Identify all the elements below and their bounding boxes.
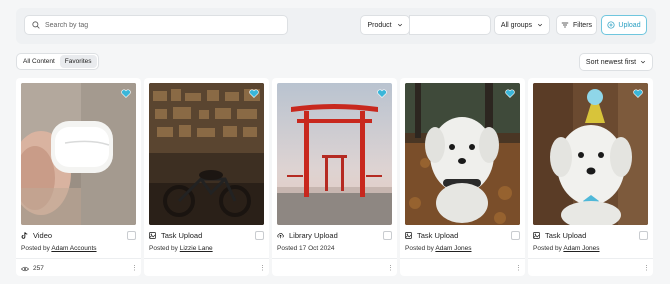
tab-all-content[interactable]: All Content xyxy=(18,55,60,68)
divider xyxy=(16,258,141,259)
top-toolbar: Product All groups Filters Upload xyxy=(16,8,656,44)
content-card[interactable]: Task Upload Posted by Adam Jones ⋮ xyxy=(400,78,525,276)
cloud-upload-icon xyxy=(277,233,284,239)
dog-party-hat-image xyxy=(533,83,648,225)
card-thumbnail[interactable] xyxy=(21,83,136,225)
card-title-text: Task Upload xyxy=(417,231,459,240)
heart-icon[interactable] xyxy=(633,89,643,98)
card-title: Task Upload xyxy=(533,231,586,240)
more-options-icon[interactable]: ⋮ xyxy=(259,264,266,273)
tab-label: Favorites xyxy=(64,58,92,65)
filter-lines-icon xyxy=(561,22,569,28)
card-meta: Posted by Adam Accounts xyxy=(21,245,97,252)
more-options-icon[interactable]: ⋮ xyxy=(643,264,650,273)
meta-prefix: Posted by xyxy=(533,245,562,252)
sort-dropdown[interactable]: Sort newest first xyxy=(579,53,653,71)
task-image-icon xyxy=(533,232,540,239)
eye-icon xyxy=(21,266,29,271)
select-checkbox[interactable] xyxy=(511,231,520,240)
more-options-icon[interactable]: ⋮ xyxy=(515,264,522,273)
meta-prefix: Posted by xyxy=(149,245,178,252)
task-image-icon xyxy=(149,232,156,239)
heart-icon[interactable] xyxy=(505,89,515,98)
heart-icon[interactable] xyxy=(249,89,259,98)
card-thumbnail[interactable] xyxy=(149,83,264,225)
divider xyxy=(144,258,269,259)
content-card[interactable]: Library Upload Posted 17 Oct 2024 ⋮ xyxy=(272,78,397,276)
tiktok-icon xyxy=(21,232,28,239)
upload-label: Upload xyxy=(618,21,641,29)
content-card[interactable]: Video Posted by Adam Accounts 257 ⋮ xyxy=(16,78,141,276)
groups-label: All groups xyxy=(500,21,533,29)
author-link[interactable]: Adam Jones xyxy=(563,245,599,252)
heart-icon[interactable] xyxy=(121,89,131,98)
meta-prefix: Posted 17 Oct 2024 xyxy=(277,245,335,252)
content-tabs: All Content Favorites xyxy=(16,53,99,70)
card-meta: Posted by Lizzie Lane xyxy=(149,245,213,252)
select-checkbox[interactable] xyxy=(255,231,264,240)
author-link[interactable]: Adam Jones xyxy=(435,245,471,252)
select-checkbox[interactable] xyxy=(127,231,136,240)
meta-prefix: Posted by xyxy=(405,245,434,252)
search-box[interactable] xyxy=(24,15,288,35)
card-title: Task Upload xyxy=(149,231,202,240)
white-dog-leaves-image xyxy=(405,83,520,225)
author-link[interactable]: Lizzie Lane xyxy=(180,245,213,252)
divider xyxy=(528,258,653,259)
card-title-text: Library Upload xyxy=(289,231,338,240)
card-thumbnail[interactable] xyxy=(533,83,648,225)
views-text: 257 xyxy=(33,265,44,272)
groups-dropdown[interactable]: All groups xyxy=(494,15,550,35)
card-meta: Posted by Adam Jones xyxy=(405,245,472,252)
search-input[interactable] xyxy=(45,21,275,29)
card-meta: Posted 17 Oct 2024 xyxy=(277,245,334,252)
card-title-text: Video xyxy=(33,231,53,240)
tab-favorites[interactable]: Favorites xyxy=(59,55,97,68)
view-count: 257 xyxy=(21,265,44,272)
card-title: Task Upload xyxy=(405,231,458,240)
tab-label: All Content xyxy=(23,58,55,65)
workshop-motorcycle-image xyxy=(149,83,264,225)
card-meta: Posted by Adam Jones xyxy=(533,245,600,252)
select-checkbox[interactable] xyxy=(383,231,392,240)
card-title: Library Upload xyxy=(277,231,338,240)
card-title-text: Task Upload xyxy=(545,231,587,240)
sort-label: Sort newest first xyxy=(585,58,637,66)
card-title: Video xyxy=(21,231,52,240)
meta-prefix: Posted by xyxy=(21,245,50,252)
heart-icon[interactable] xyxy=(377,89,387,98)
task-image-icon xyxy=(405,232,412,239)
divider xyxy=(272,258,397,259)
earbuds-case-image xyxy=(21,83,136,225)
chevron-down-icon xyxy=(641,60,646,64)
torii-gate-image xyxy=(277,83,392,225)
card-title-text: Task Upload xyxy=(161,231,203,240)
more-options-icon[interactable]: ⋮ xyxy=(387,264,394,273)
chevron-down-icon xyxy=(397,23,402,27)
chevron-down-icon xyxy=(538,23,543,27)
content-card[interactable]: Task Upload Posted by Lizzie Lane ⋮ xyxy=(144,78,269,276)
more-options-icon[interactable]: ⋮ xyxy=(131,264,138,273)
upload-button[interactable]: Upload xyxy=(601,15,647,35)
card-thumbnail[interactable] xyxy=(405,83,520,225)
content-card[interactable]: Task Upload Posted by Adam Jones ⋮ xyxy=(528,78,653,276)
filters-label: Filters xyxy=(572,21,593,29)
product-value-field[interactable] xyxy=(409,15,491,35)
author-link[interactable]: Adam Accounts xyxy=(51,245,96,252)
product-dropdown[interactable]: Product xyxy=(360,15,410,35)
card-thumbnail[interactable] xyxy=(277,83,392,225)
filters-button[interactable]: Filters xyxy=(556,15,597,35)
divider xyxy=(400,258,525,259)
product-label: Product xyxy=(367,21,392,29)
search-icon xyxy=(32,21,40,29)
plus-circle-icon xyxy=(607,21,615,29)
select-checkbox[interactable] xyxy=(639,231,648,240)
